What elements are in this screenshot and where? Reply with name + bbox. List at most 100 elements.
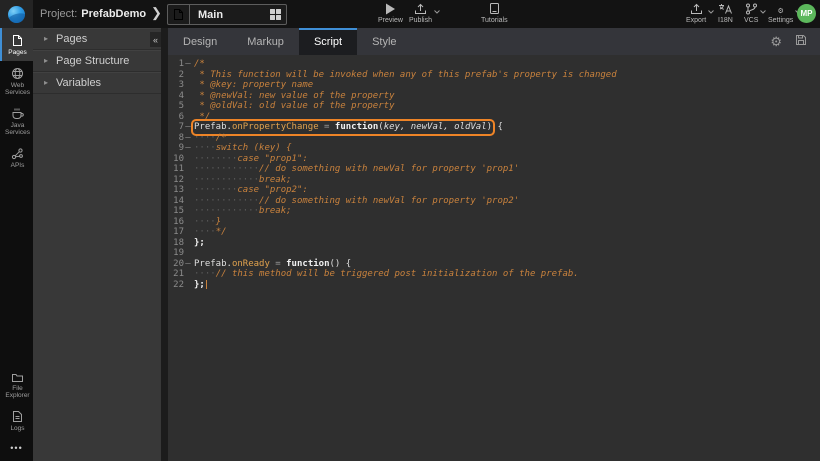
- topbar-action-label: Export: [686, 17, 706, 24]
- code-line[interactable]: 9–····switch (key) {: [168, 143, 820, 154]
- rail-item-apis[interactable]: APIs: [0, 141, 33, 174]
- panel-section-label: Page Structure: [56, 55, 129, 67]
- code-line[interactable]: 4 * @newVal: new value of the property: [168, 91, 820, 102]
- topbar-action-label: Publish: [409, 17, 432, 24]
- topbar-action-publish[interactable]: Publish: [409, 3, 432, 24]
- fold-marker-icon[interactable]: –: [184, 59, 192, 70]
- project-breadcrumb: Project: PrefabDemo: [40, 0, 146, 28]
- line-number: 20: [168, 259, 184, 270]
- rail-item-logs[interactable]: Logs: [0, 404, 33, 437]
- code-line-content: * @key: property name: [192, 80, 313, 91]
- code-line[interactable]: 21····// this method will be triggered p…: [168, 269, 820, 280]
- fold-marker-icon[interactable]: –: [184, 143, 192, 154]
- translate-icon: [718, 3, 732, 15]
- panel-editor-divider[interactable]: [161, 28, 168, 461]
- upload-icon: [690, 3, 703, 15]
- code-line-content: ········case "prop1":: [192, 154, 308, 165]
- rail-item-file-explorer[interactable]: File Explorer: [0, 366, 33, 404]
- code-line-content: ········case "prop2":: [192, 185, 308, 196]
- chevron-right-icon: ▸: [44, 56, 48, 65]
- save-icon[interactable]: [795, 33, 807, 51]
- branch-icon: [745, 3, 758, 15]
- code-editor[interactable]: 1–/*2 * This function will be invoked wh…: [168, 55, 820, 290]
- app-logo[interactable]: [0, 0, 33, 28]
- code-comment: /*: [216, 133, 227, 143]
- code-line[interactable]: 10········case "prop1":: [168, 154, 820, 165]
- code-line[interactable]: 5 * @oldVal: old value of the property: [168, 101, 820, 112]
- code-line[interactable]: 8–····/*: [168, 133, 820, 144]
- chevron-down-icon: [760, 9, 766, 16]
- code-line[interactable]: 15 ············break;: [168, 206, 820, 217]
- text-cursor: [206, 280, 207, 289]
- gear-icon[interactable]: ⚙: [770, 33, 782, 51]
- line-number: 15: [168, 206, 184, 217]
- code-line-content: ····// this method will be triggered pos…: [192, 269, 579, 280]
- code-line-content: ············break;: [192, 206, 292, 217]
- code-token: ····: [194, 133, 216, 143]
- topbar-action-tutorials[interactable]: Tutorials: [481, 3, 508, 24]
- code-line[interactable]: 2 * This function will be invoked when a…: [168, 70, 820, 81]
- rail-item-java-services[interactable]: Java Services: [0, 101, 33, 141]
- code-line[interactable]: 6 */: [168, 112, 820, 123]
- code-line-content: * This function will be invoked when any…: [192, 70, 617, 81]
- code-line[interactable]: 14············// do something with newVa…: [168, 196, 820, 207]
- code-comment: */: [216, 227, 227, 237]
- code-line[interactable]: 19: [168, 248, 820, 259]
- code-line[interactable]: 18};: [168, 238, 820, 249]
- topbar-action-label: VCS: [744, 17, 758, 24]
- code-token: ····: [194, 227, 216, 237]
- tab-script[interactable]: Script: [299, 28, 357, 55]
- fold-marker-icon[interactable]: –: [184, 259, 192, 270]
- rail-item-label: Pages: [8, 49, 26, 56]
- topbar-action-vcs[interactable]: VCS: [744, 3, 758, 24]
- fold-marker-icon[interactable]: –: [184, 133, 192, 144]
- code-line-content: };: [192, 280, 207, 291]
- code-token: =: [319, 122, 335, 132]
- tab-style[interactable]: Style: [357, 28, 411, 55]
- code-line[interactable]: 20–Prefab.onReady = function() {: [168, 259, 820, 270]
- user-avatar[interactable]: MP: [797, 4, 816, 23]
- rail-item-pages[interactable]: Pages: [0, 28, 33, 61]
- code-line[interactable]: 22};: [168, 280, 820, 291]
- topbar-action-export[interactable]: Export: [686, 3, 706, 24]
- gear-icon: ⚙: [778, 3, 784, 15]
- left-rail: Pages Web Services Java ServicesAPIs File E…: [0, 28, 33, 461]
- code-line[interactable]: 11············// do something with newVa…: [168, 164, 820, 175]
- page-selector[interactable]: Main: [167, 4, 287, 25]
- rail-item-label: File Explorer: [2, 385, 33, 399]
- line-number: 1: [168, 59, 184, 70]
- rail-item-label: Logs: [10, 425, 24, 432]
- code-comment: /*: [194, 59, 205, 69]
- code-line[interactable]: 7–Prefab.onPropertyChange = function(key…: [168, 122, 820, 133]
- line-number: 5: [168, 101, 184, 112]
- code-line[interactable]: 12············break;: [168, 175, 820, 186]
- code-line-content: };: [192, 238, 205, 249]
- code-comment: // do something with newVal for property…: [259, 196, 519, 206]
- fold-marker-icon[interactable]: –: [184, 122, 192, 133]
- rail-item-web-services[interactable]: Web Services: [0, 61, 33, 101]
- rail-item-label: Web Services: [2, 82, 33, 96]
- code-line[interactable]: 16····}: [168, 217, 820, 228]
- code-comment: * @key: property name: [194, 80, 313, 90]
- tab-markup[interactable]: Markup: [232, 28, 299, 55]
- topbar-action-preview[interactable]: Preview: [378, 3, 403, 24]
- code-line[interactable]: 1–/*: [168, 59, 820, 70]
- code-line[interactable]: 17····*/: [168, 227, 820, 238]
- line-number: 12: [168, 175, 184, 186]
- code-line[interactable]: 3 * @key: property name: [168, 80, 820, 91]
- panel-collapse-button[interactable]: «: [150, 32, 161, 47]
- code-token: onReady: [232, 259, 270, 269]
- breadcrumb-chevron-icon: ❯: [151, 5, 162, 21]
- code-line-content: ····*/: [192, 227, 227, 238]
- panel-section-variables[interactable]: ▸Variables: [33, 72, 161, 94]
- overflow-menu-button[interactable]: •••: [0, 437, 33, 461]
- grid-icon[interactable]: [264, 9, 286, 20]
- tab-design[interactable]: Design: [168, 28, 232, 55]
- topbar-action-settings[interactable]: ⚙Settings: [768, 3, 793, 24]
- editor-area: DesignMarkupScriptStyle⚙ 1–/*2 * This fu…: [168, 28, 820, 461]
- code-line[interactable]: 13········case "prop2":: [168, 185, 820, 196]
- panel-section-page-structure[interactable]: ▸ Page Structure: [33, 50, 161, 72]
- panel-section-pages[interactable]: ▸Pages: [33, 28, 161, 50]
- page-icon: [168, 5, 190, 24]
- topbar-action-i18n[interactable]: I18N: [718, 3, 733, 24]
